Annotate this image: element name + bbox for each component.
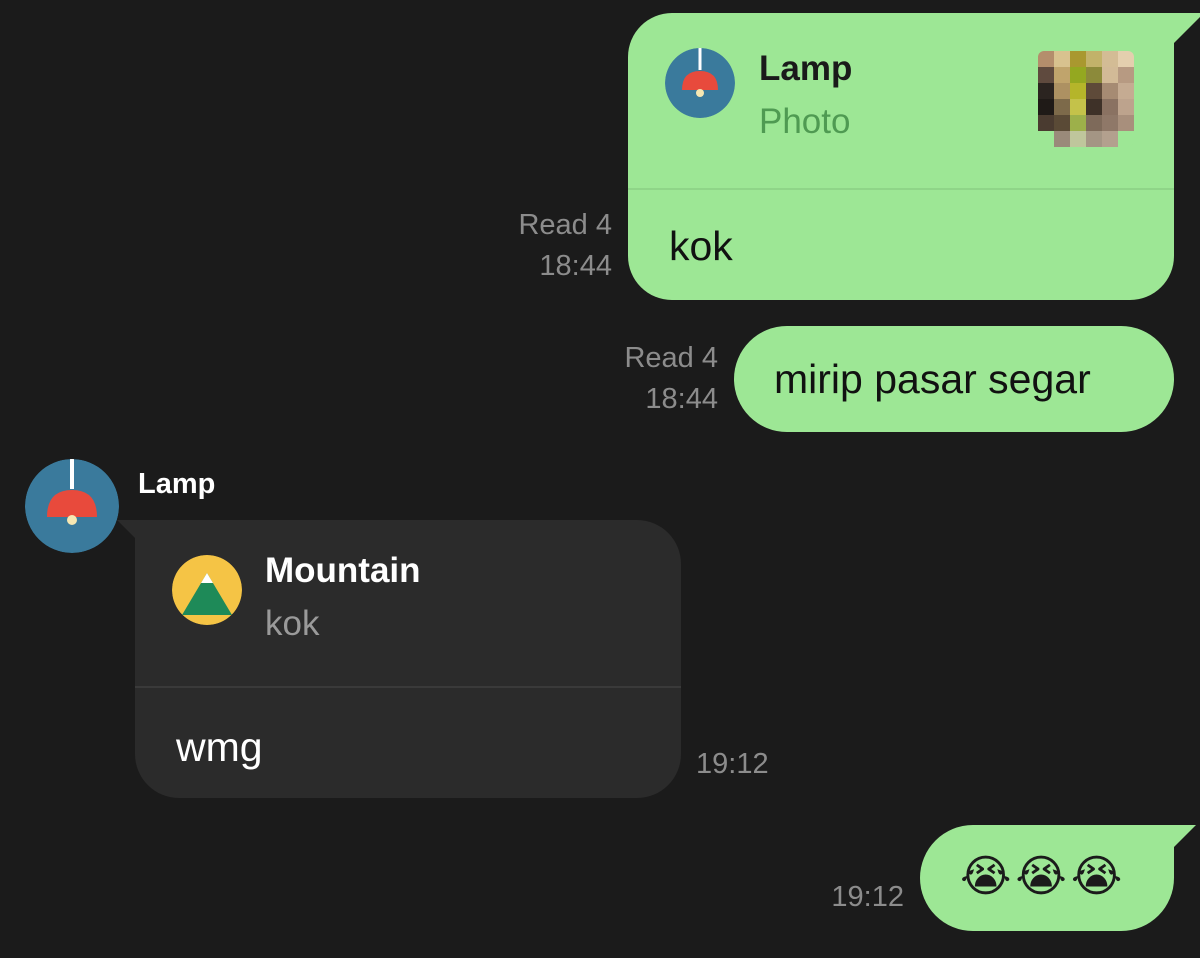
read-status: Read 4	[518, 209, 612, 241]
lamp-icon	[665, 48, 735, 118]
quote-divider	[135, 686, 681, 688]
message-text: mirip pasar segar	[774, 356, 1091, 402]
bubble-tail	[117, 520, 135, 538]
read-status: Read 4	[624, 342, 718, 374]
photo-thumbnail[interactable]	[1038, 51, 1134, 147]
message-time: 18:44	[645, 383, 718, 415]
message-text: kok	[669, 223, 733, 269]
message-time: 18:44	[539, 250, 612, 282]
message-bubble[interactable]: 😭😭😭	[920, 825, 1196, 931]
quoted-sender-name: Mountain	[265, 551, 421, 590]
quoted-message-type: Photo	[759, 102, 851, 141]
lamp-icon	[25, 459, 119, 553]
emoji-message: 😭😭😭	[960, 852, 1127, 901]
message-time: 19:12	[696, 748, 769, 780]
quoted-sender-name: Lamp	[759, 49, 853, 88]
message-bubble[interactable]: Mountain kok wmg	[117, 520, 681, 798]
message-time: 19:12	[831, 881, 904, 913]
message-text: wmg	[176, 724, 263, 770]
mountain-icon	[172, 555, 242, 625]
quote-divider	[628, 188, 1174, 190]
message-meta: 19:12	[696, 744, 776, 785]
avatar[interactable]	[25, 459, 119, 553]
bubble-tail	[1174, 13, 1200, 43]
message-bubble[interactable]: Lamp Photo kok	[628, 13, 1200, 300]
message-meta: Read 4 18:44	[470, 205, 612, 287]
message-bubble[interactable]: mirip pasar segar	[734, 326, 1174, 432]
bubble-tail	[1174, 825, 1196, 847]
message-meta: 19:12	[800, 877, 904, 918]
quoted-message-text: kok	[265, 604, 320, 643]
sender-name: Lamp	[138, 468, 216, 500]
message-meta: Read 4 18:44	[576, 338, 718, 420]
